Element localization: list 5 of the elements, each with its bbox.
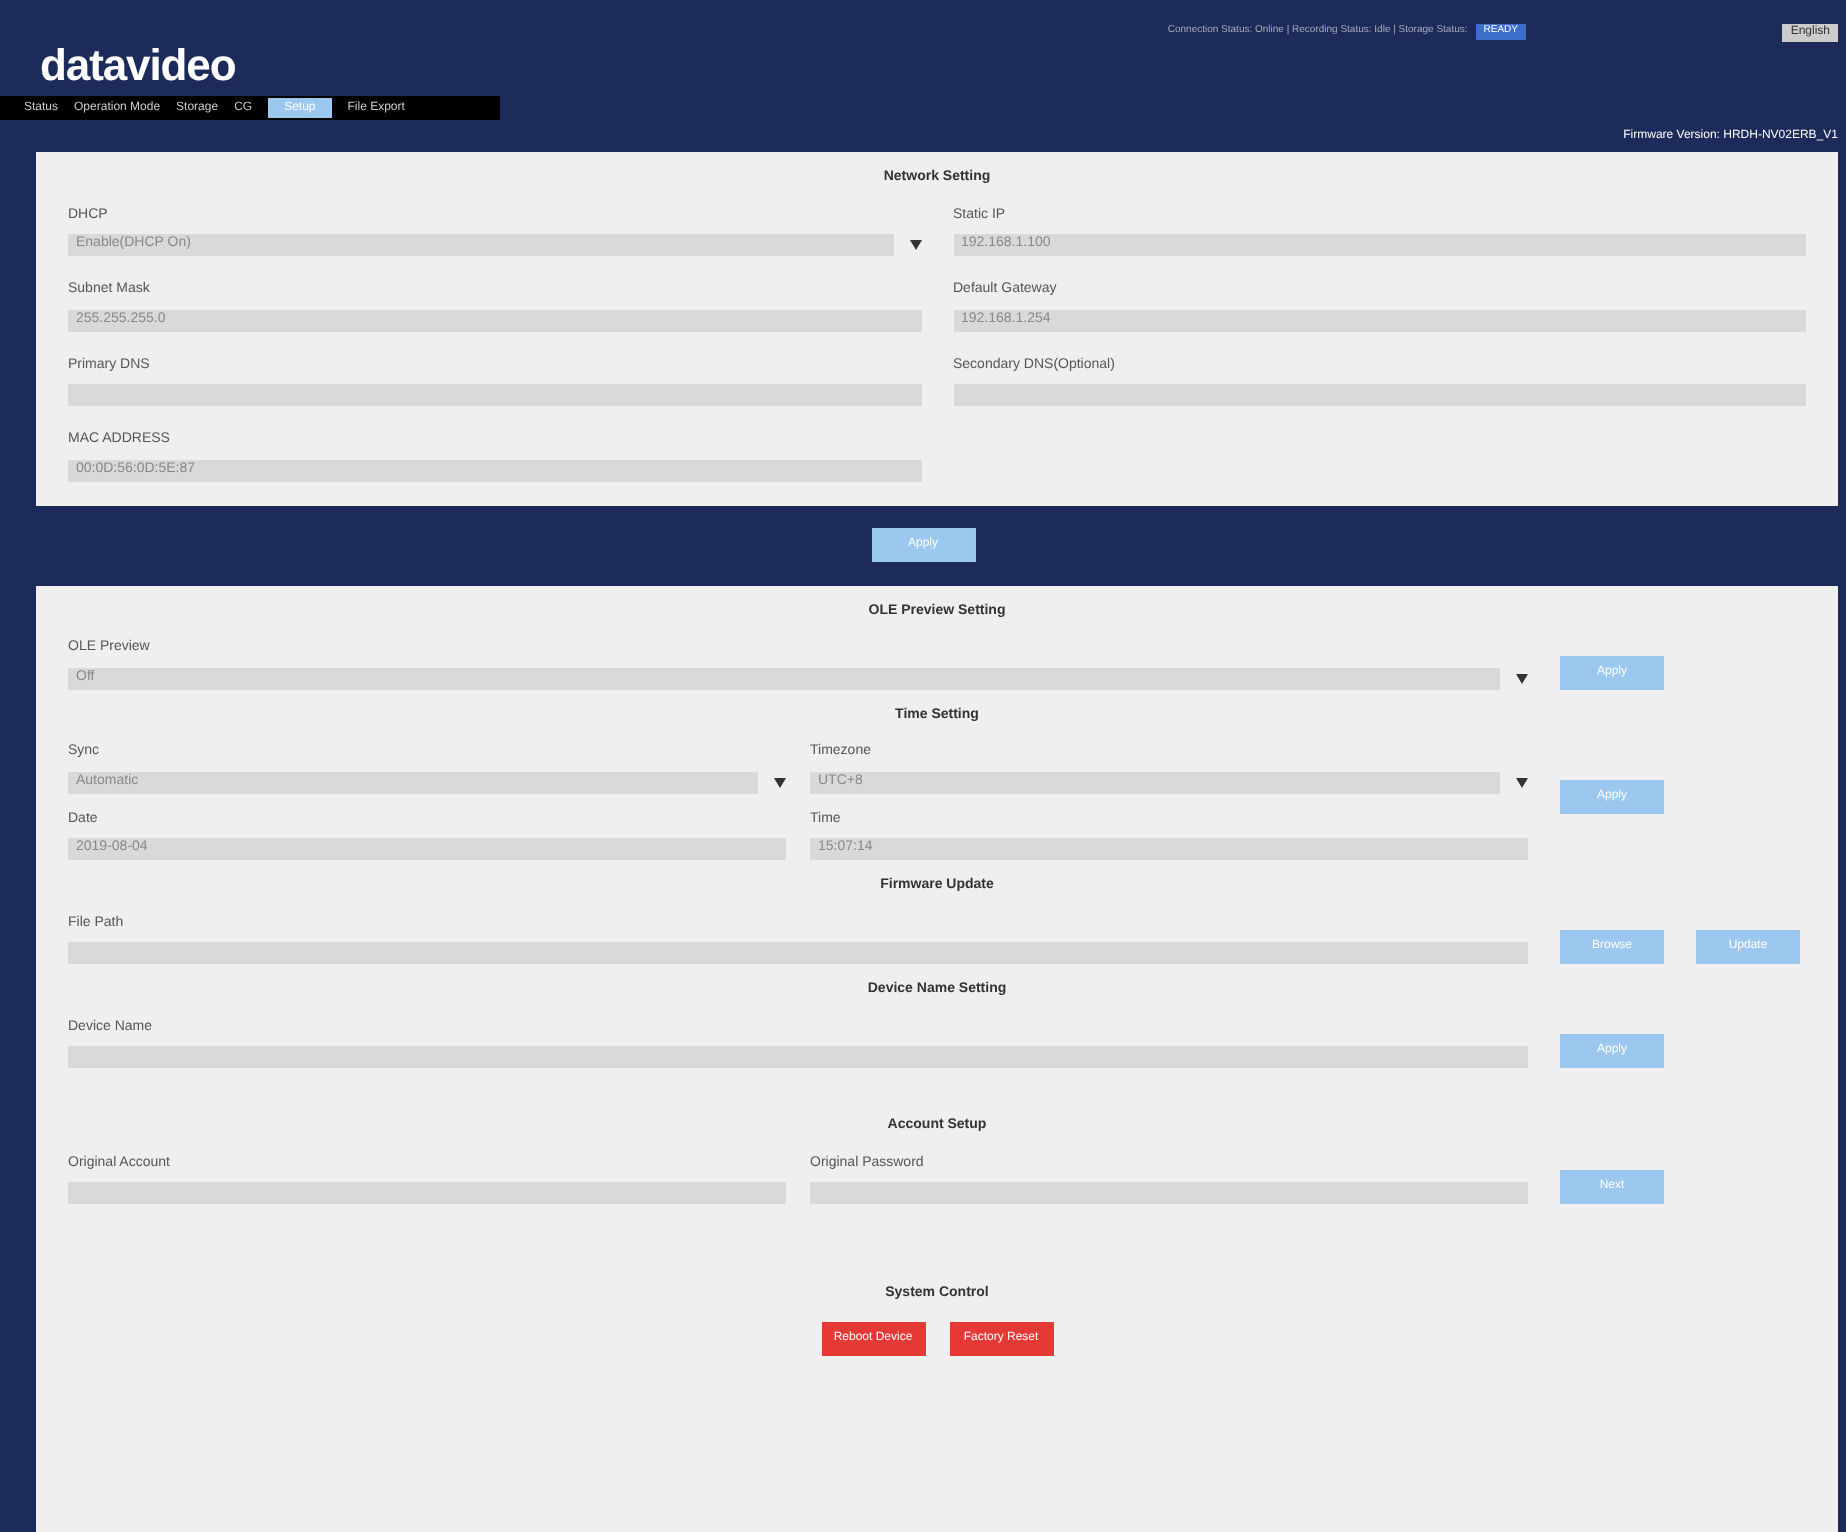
dropdown-arrow-icon[interactable]	[774, 777, 786, 787]
dropdown-arrow-icon[interactable]	[1516, 673, 1528, 683]
logo: datavideo	[40, 38, 236, 94]
dropdown-arrow-icon[interactable]	[1516, 777, 1528, 787]
dropdown-arrow-icon[interactable]	[909, 240, 921, 250]
